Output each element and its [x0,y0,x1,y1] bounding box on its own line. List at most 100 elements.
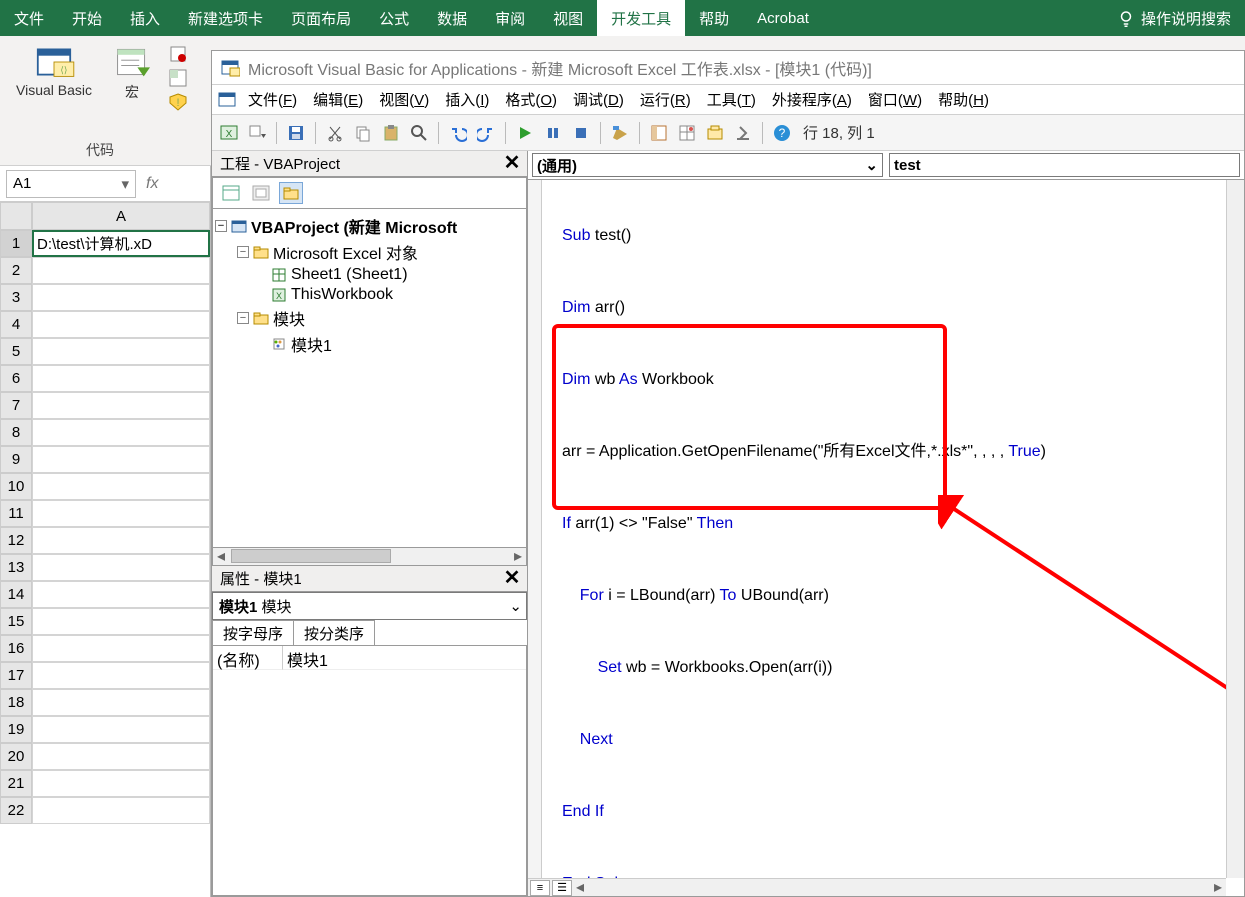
cell[interactable] [32,419,210,446]
vbe-menu-O[interactable]: 格式(O) [497,90,565,111]
cell[interactable] [32,608,210,635]
tab-home[interactable]: 开始 [58,0,116,36]
project-tree-hscroll[interactable]: ◂ ▸ [212,548,527,566]
vbe-menu-A[interactable]: 外接程序(A) [764,90,860,111]
tab-newtab[interactable]: 新建选项卡 [174,0,277,36]
column-header-A[interactable]: A [32,202,210,230]
tab-acrobat[interactable]: Acrobat [743,0,823,36]
cell[interactable]: D:\test\计算机.xD [32,230,210,257]
vbe-menu-V[interactable]: 视图(V) [371,90,437,111]
props-tab-categorized[interactable]: 按分类序 [293,620,375,645]
cell[interactable] [32,554,210,581]
use-relative-refs-icon[interactable] [168,68,188,88]
row-header[interactable]: 1 [0,230,32,257]
fx-icon[interactable]: fx [142,175,162,193]
vbe-menu-E[interactable]: 编辑(E) [305,90,371,111]
row-header[interactable]: 3 [0,284,32,311]
row-header[interactable]: 2 [0,257,32,284]
tab-file[interactable]: 文件 [0,0,58,36]
undo-icon[interactable] [447,122,469,144]
properties-grid[interactable]: (名称) 模块1 [212,646,527,896]
macro-security-icon[interactable]: ! [168,92,188,112]
cell[interactable] [32,365,210,392]
select-all-corner[interactable] [0,202,32,230]
collapse-icon[interactable]: − [237,312,249,324]
procedure-view-icon[interactable]: ≡ [530,880,550,896]
vbe-menu-W[interactable]: 窗口(W) [860,90,930,111]
cell[interactable] [32,797,210,824]
row-header[interactable]: 19 [0,716,32,743]
cell[interactable] [32,527,210,554]
scroll-right-icon[interactable]: ▸ [510,548,526,564]
row-header[interactable]: 16 [0,635,32,662]
copy-icon[interactable] [352,122,374,144]
design-mode-icon[interactable] [609,122,631,144]
visual-basic-button[interactable]: ⟨⟩ Visual Basic [10,40,98,116]
tab-formula[interactable]: 公式 [365,0,423,36]
tree-thisworkbook[interactable]: ThisWorkbook [291,286,393,304]
vbe-menu-R[interactable]: 运行(R) [632,90,699,111]
close-icon[interactable]: ✕ [501,153,523,175]
worksheet-grid[interactable]: A 1D:\test\计算机.xD23456789101112131415161… [0,202,210,824]
cell[interactable] [32,338,210,365]
properties-panel-title[interactable]: 属性 - 模块1 ✕ [212,566,527,592]
tab-layout[interactable]: 页面布局 [277,0,365,36]
row-header[interactable]: 21 [0,770,32,797]
vbe-system-icon[interactable] [218,91,236,109]
cell[interactable] [32,392,210,419]
insert-module-dropdown-icon[interactable] [246,122,268,144]
run-icon[interactable] [514,122,536,144]
view-code-icon[interactable] [219,182,243,204]
tell-me-search[interactable]: 操作说明搜索 [1103,0,1245,36]
project-panel-title[interactable]: 工程 - VBAProject ✕ [212,151,527,177]
scroll-right-icon[interactable]: ▸ [1210,880,1226,896]
view-object-icon[interactable] [249,182,273,204]
row-header[interactable]: 5 [0,338,32,365]
find-icon[interactable] [408,122,430,144]
vbe-menu-I[interactable]: 插入(I) [437,90,497,111]
reset-icon[interactable] [570,122,592,144]
tree-module1[interactable]: 模块1 [291,332,332,356]
row-header[interactable]: 18 [0,689,32,716]
toolbox-icon[interactable] [732,122,754,144]
tab-data[interactable]: 数据 [423,0,481,36]
break-icon[interactable] [542,122,564,144]
paste-icon[interactable] [380,122,402,144]
row-header[interactable]: 20 [0,743,32,770]
toggle-folders-icon[interactable] [279,182,303,204]
cut-icon[interactable] [324,122,346,144]
properties-window-icon[interactable] [676,122,698,144]
collapse-icon[interactable]: − [237,246,249,258]
name-box[interactable]: A1 ▾ [6,170,136,198]
row-header[interactable]: 14 [0,581,32,608]
vbe-titlebar[interactable]: Microsoft Visual Basic for Applications … [212,51,1244,85]
project-tree[interactable]: − VBAProject (新建 Microsoft − Microsoft E… [212,209,527,548]
tab-insert[interactable]: 插入 [116,0,174,36]
tab-view[interactable]: 视图 [539,0,597,36]
full-module-view-icon[interactable]: ☰ [552,880,572,896]
help-icon[interactable]: ? [771,122,793,144]
vbe-menu-T[interactable]: 工具(T) [699,90,764,111]
tree-sheet1[interactable]: Sheet1 (Sheet1) [291,266,408,284]
row-header[interactable]: 11 [0,500,32,527]
object-browser-icon[interactable] [704,122,726,144]
scroll-left-icon[interactable]: ◂ [213,548,229,564]
row-header[interactable]: 17 [0,662,32,689]
row-header[interactable]: 15 [0,608,32,635]
tab-help[interactable]: 帮助 [685,0,743,36]
cell[interactable] [32,473,210,500]
properties-object-combo[interactable]: 模块1 模块 ⌄ [212,592,527,620]
close-icon[interactable]: ✕ [501,568,523,590]
row-header[interactable]: 8 [0,419,32,446]
vbe-menu-D[interactable]: 调试(D) [565,90,632,111]
row-header[interactable]: 13 [0,554,32,581]
row-header[interactable]: 4 [0,311,32,338]
procedure-selector[interactable]: test [889,153,1240,177]
vbe-menu-H[interactable]: 帮助(H) [930,90,997,111]
save-icon[interactable] [285,122,307,144]
row-header[interactable]: 10 [0,473,32,500]
cell[interactable] [32,284,210,311]
scroll-left-icon[interactable]: ◂ [572,880,588,896]
cell[interactable] [32,662,210,689]
project-explorer-icon[interactable] [648,122,670,144]
